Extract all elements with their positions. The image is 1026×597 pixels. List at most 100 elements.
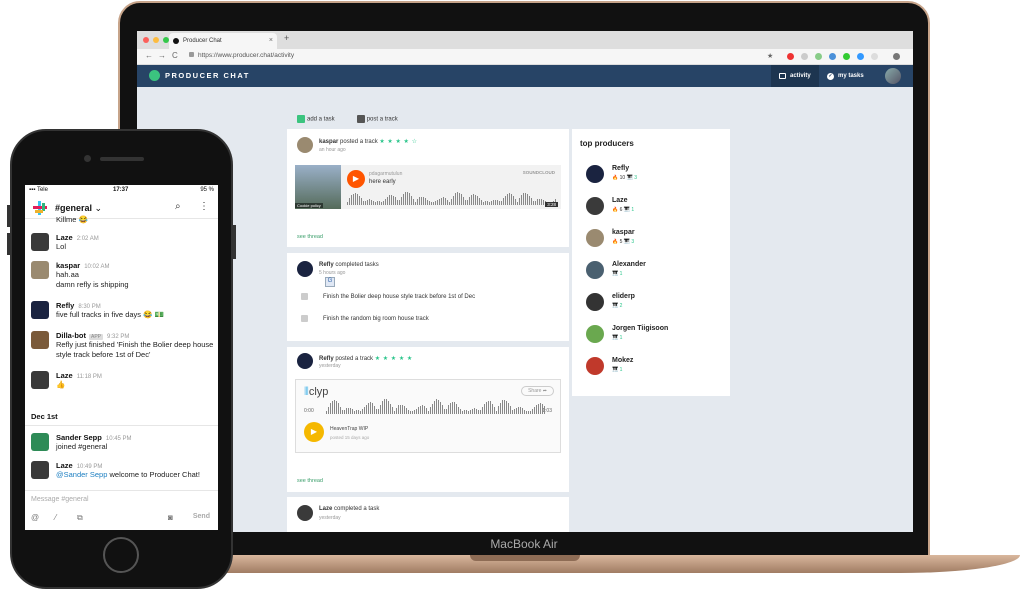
clyp-logo[interactable]: ⦀clyp xyxy=(304,386,328,399)
waveform-bar xyxy=(430,407,431,414)
producer-name[interactable]: Refly xyxy=(612,165,629,172)
waveform-bar xyxy=(460,409,461,414)
profile-avatar[interactable] xyxy=(893,53,900,60)
nav-my-tasks[interactable]: ✓ my tasks xyxy=(819,65,872,87)
minimize-window-button[interactable] xyxy=(153,37,159,43)
url-text: https://www.producer.chat/activity xyxy=(198,52,295,59)
waveform-bar xyxy=(456,404,457,414)
waveform-bar xyxy=(420,405,421,414)
message-author[interactable]: Laze 10:49 PM xyxy=(56,461,102,470)
add-task-button[interactable]: add a task xyxy=(297,115,335,123)
producer-name[interactable]: Mokez xyxy=(612,357,633,364)
post-user[interactable]: Refly xyxy=(319,356,334,362)
message-author[interactable]: Laze 11:18 PM xyxy=(56,371,102,380)
avatar[interactable] xyxy=(31,331,49,349)
waveform-bar xyxy=(533,200,534,205)
play-extension-icon[interactable] xyxy=(843,53,850,60)
camera-icon[interactable]: ◙ xyxy=(168,513,173,522)
translate-icon[interactable]: G xyxy=(325,277,335,287)
avatar[interactable] xyxy=(31,233,49,251)
slash-command-icon[interactable]: ⁄ xyxy=(55,513,56,522)
waveform-bar xyxy=(445,197,446,205)
cookie-policy-link[interactable]: Cookie policy xyxy=(295,203,323,208)
share-button[interactable]: Share ➦ xyxy=(521,386,554,396)
producer-name[interactable]: Laze xyxy=(612,197,628,204)
soundcloud-logo[interactable]: SOUNDCLOUD xyxy=(523,170,555,175)
app-logo[interactable]: PRODUCER CHAT xyxy=(149,70,250,81)
waveform-bar xyxy=(354,410,355,414)
bookmark-star-icon[interactable]: ★ xyxy=(767,52,773,60)
avatar[interactable] xyxy=(31,461,49,479)
avatar[interactable] xyxy=(31,371,49,389)
producer-name[interactable]: eliderp xyxy=(612,293,635,300)
extension-icon[interactable] xyxy=(857,53,864,60)
producer-name[interactable]: kaspar xyxy=(612,229,635,236)
play-button[interactable]: ▶ xyxy=(304,422,324,442)
back-button[interactable]: ← xyxy=(145,51,153,60)
message-author[interactable]: Dilla-bot APP 9:32 PM xyxy=(56,331,129,340)
message-author[interactable]: Refly 8:30 PM xyxy=(56,301,101,310)
extension-icon[interactable] xyxy=(815,53,822,60)
extension-icon[interactable] xyxy=(871,53,878,60)
waveform-bar xyxy=(509,193,510,205)
rating-stars[interactable]: ★ ★ ★ ★ ☆ xyxy=(379,139,417,145)
message-text: Refly just finished 'Finish the Bolier d… xyxy=(56,340,214,360)
volume-button xyxy=(7,205,10,227)
extension-icon[interactable] xyxy=(801,53,808,60)
waveform-bar xyxy=(463,196,464,205)
producer-name[interactable]: Jorgen Tiigisoon xyxy=(612,325,668,332)
close-tab-icon[interactable]: × xyxy=(269,33,273,49)
attachment-icon[interactable]: ⧉ xyxy=(77,513,83,523)
avatar[interactable] xyxy=(31,301,49,319)
message-author[interactable]: Sander Sepp 10:45 PM xyxy=(56,433,132,442)
producer-stats: 🔥 5 🎹 3 xyxy=(612,239,634,245)
opera-extension-icon[interactable] xyxy=(787,53,794,60)
mention-icon[interactable]: @ xyxy=(31,513,39,522)
checkbox[interactable] xyxy=(301,315,308,322)
nav-activity[interactable]: activity xyxy=(771,65,819,87)
waveform-bar xyxy=(449,201,450,205)
message-input[interactable]: Message #general xyxy=(31,496,89,503)
message-author[interactable]: Laze 2:02 AM xyxy=(56,233,99,242)
new-tab-button[interactable]: + xyxy=(284,33,289,43)
user-mention[interactable]: @Sander Sepp xyxy=(56,470,107,479)
post-user[interactable]: kaspar xyxy=(319,139,338,145)
track-artist[interactable]: pdagarmutulun xyxy=(369,171,402,177)
avatar[interactable] xyxy=(31,433,49,451)
send-button[interactable]: Send xyxy=(193,513,210,520)
reload-button[interactable]: C xyxy=(172,51,178,60)
url-field[interactable]: https://www.producer.chat/activity xyxy=(189,52,294,59)
waveform-bar xyxy=(406,408,407,414)
post-track-button[interactable]: post a track xyxy=(356,115,398,123)
slack-logo-icon[interactable] xyxy=(33,201,47,215)
close-window-button[interactable] xyxy=(143,37,149,43)
avatar[interactable] xyxy=(31,261,49,279)
see-thread-link[interactable]: see thread xyxy=(297,478,323,484)
forward-button[interactable]: → xyxy=(158,51,166,60)
chevron-down-icon: ⌄ xyxy=(94,203,103,213)
browser-tab[interactable]: Producer Chat × xyxy=(169,33,277,49)
waveform[interactable] xyxy=(326,399,545,414)
waveform-bar xyxy=(515,198,516,205)
rating-stars[interactable]: ★ ★ ★ ★ ★ xyxy=(375,356,413,362)
checkbox[interactable] xyxy=(301,293,308,300)
track-title[interactable]: HeavenTrap WIP xyxy=(330,426,368,432)
user-avatar[interactable] xyxy=(885,68,901,84)
producer-name[interactable]: Alexander xyxy=(612,261,646,268)
see-thread-link[interactable]: see thread xyxy=(297,234,323,240)
cloud-extension-icon[interactable] xyxy=(829,53,836,60)
channel-title[interactable]: #general ⌄ xyxy=(55,203,102,214)
home-button[interactable] xyxy=(103,537,139,573)
more-options-icon[interactable]: ⋮ xyxy=(199,201,209,212)
post-user[interactable]: Refly xyxy=(319,262,334,268)
track-count: 2 xyxy=(619,303,623,309)
play-button[interactable]: ▶ xyxy=(347,170,365,188)
message-author[interactable]: kaspar 10:02 AM xyxy=(56,261,110,270)
post-user[interactable]: Laze xyxy=(319,506,332,512)
waveform-bar xyxy=(476,408,477,414)
waveform[interactable] xyxy=(347,191,556,205)
fire-count: 10 xyxy=(619,175,626,181)
track-title[interactable]: here early xyxy=(369,179,396,185)
piano-icon: 🎹 xyxy=(612,367,619,373)
search-icon[interactable]: ⌕ xyxy=(175,201,181,212)
